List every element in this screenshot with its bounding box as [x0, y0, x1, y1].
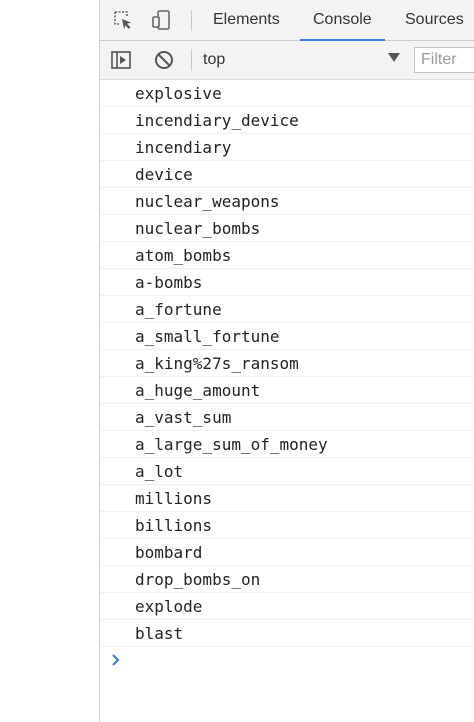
console-message: blast — [100, 620, 474, 647]
console-message-text: blast — [135, 624, 184, 643]
console-message-text: nuclear_weapons — [135, 192, 280, 211]
console-message: device — [100, 161, 474, 188]
console-message: drop_bombs_on — [100, 566, 474, 593]
inspect-element-icon[interactable] — [111, 8, 135, 32]
console-message-text: drop_bombs_on — [135, 570, 261, 589]
console-message-text: a_vast_sum — [135, 408, 232, 427]
console-message-text: explode — [135, 597, 203, 616]
console-message-text: device — [135, 165, 193, 184]
clear-console-icon[interactable] — [152, 48, 176, 72]
console-message-text: a_small_fortune — [135, 327, 280, 346]
console-message: a_fortune — [100, 296, 474, 323]
chevron-right-icon — [111, 653, 121, 672]
console-message-text: incendiary_device — [135, 111, 299, 130]
console-message-text: incendiary — [135, 138, 232, 157]
console-message-text: atom_bombs — [135, 246, 232, 265]
console-message: a_small_fortune — [100, 323, 474, 350]
console-message: a_huge_amount — [100, 377, 474, 404]
console-message: a_vast_sum — [100, 404, 474, 431]
context-label: top — [203, 51, 226, 68]
console-prompt[interactable] — [100, 647, 474, 677]
device-toolbar-icon[interactable] — [149, 8, 173, 32]
console-message-text: nuclear_bombs — [135, 219, 261, 238]
console-message: explode — [100, 593, 474, 620]
console-message-text: a_king%27s_ransom — [135, 354, 299, 373]
console-message-text: a_fortune — [135, 300, 222, 319]
show-sidebar-icon[interactable] — [109, 48, 133, 72]
console-message: explosive — [100, 80, 474, 107]
console-message-text: bombard — [135, 543, 203, 562]
console-message: nuclear_weapons — [100, 188, 474, 215]
console-message-text: a_large_sum_of_money — [135, 435, 328, 454]
tab-elements[interactable]: Elements — [213, 0, 280, 40]
console-message: a_lot — [100, 458, 474, 485]
console-message-text: a-bombs — [135, 273, 203, 292]
devtools-panel: Elements Console Sources top Filter expl… — [100, 0, 474, 722]
console-message: incendiary_device — [100, 107, 474, 134]
console-message: nuclear_bombs — [100, 215, 474, 242]
console-message-text: explosive — [135, 84, 222, 103]
console-message: a-bombs — [100, 269, 474, 296]
console-message-text: a_huge_amount — [135, 381, 261, 400]
context-selector[interactable]: top — [192, 47, 404, 73]
chevron-down-icon — [388, 53, 400, 62]
console-message: billions — [100, 512, 474, 539]
tab-sources[interactable]: Sources — [405, 0, 464, 40]
filter-input[interactable] — [414, 47, 474, 73]
console-message-text: a_lot — [135, 462, 184, 481]
screenshot-root: Elements Console Sources top Filter expl… — [0, 0, 474, 722]
console-message: a_large_sum_of_money — [100, 431, 474, 458]
console-message: millions — [100, 485, 474, 512]
tab-console[interactable]: Console — [300, 0, 385, 41]
page-viewport — [0, 0, 100, 722]
console-message: incendiary — [100, 134, 474, 161]
console-message: a_king%27s_ransom — [100, 350, 474, 377]
devtools-tabbar: Elements Console Sources — [100, 0, 474, 41]
console-message: bombard — [100, 539, 474, 566]
console-messages: explosive incendiary_device incendiary d… — [100, 80, 474, 677]
console-message-text: millions — [135, 489, 213, 508]
console-message-text: billions — [135, 516, 213, 535]
tabbar-divider — [191, 10, 192, 31]
console-toolbar: top — [100, 41, 474, 80]
console-message: atom_bombs — [100, 242, 474, 269]
